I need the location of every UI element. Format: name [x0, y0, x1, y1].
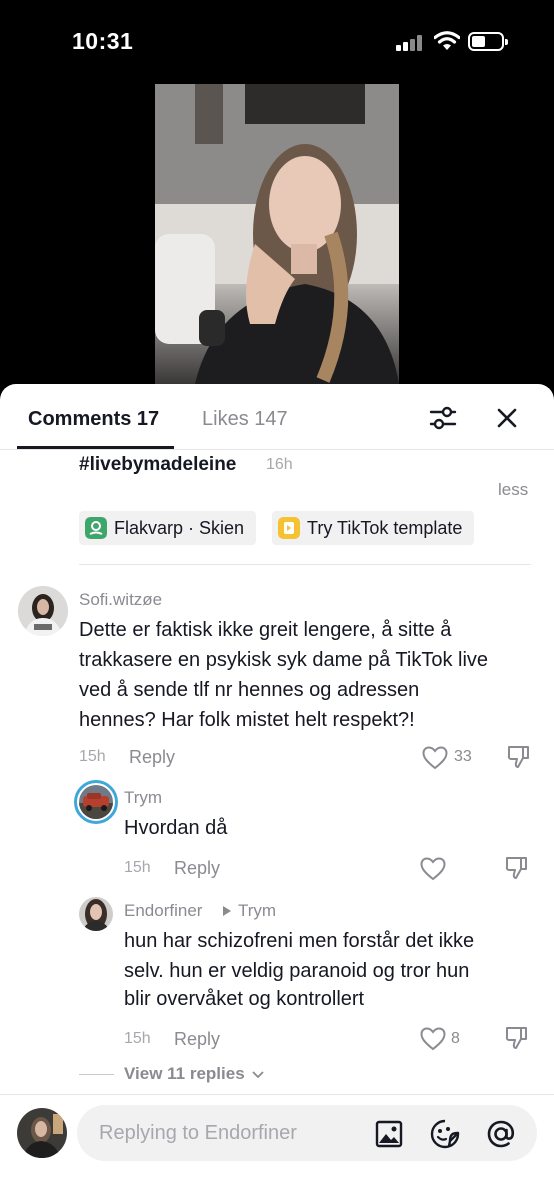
- sticker-icon[interactable]: [429, 1118, 461, 1150]
- template-chip-label: Try TikTok template: [307, 517, 463, 538]
- avatar[interactable]: [79, 897, 113, 931]
- reply-text: blir overvåket og kontrollert: [124, 988, 365, 1010]
- live-video-frame[interactable]: [155, 84, 399, 384]
- reply-username[interactable]: Endorfiner: [124, 901, 202, 921]
- chevron-down-icon: [252, 1070, 265, 1078]
- active-tab-indicator: [17, 446, 174, 449]
- video-person-image: [155, 84, 399, 384]
- close-icon[interactable]: [492, 403, 522, 433]
- comment-input-bar: [0, 1094, 554, 1200]
- at-icon[interactable]: [485, 1118, 517, 1150]
- view-replies-divider: [79, 1074, 114, 1075]
- comment-input[interactable]: [99, 1119, 369, 1147]
- tab-likes[interactable]: Likes 147: [202, 408, 288, 431]
- avatar-image: [79, 897, 113, 931]
- battery-icon: [468, 32, 508, 51]
- reply-time: 15h: [124, 1030, 151, 1047]
- tab-comments[interactable]: Comments 17: [28, 408, 159, 431]
- wifi-icon: [434, 31, 460, 50]
- comment-time: 15h: [79, 748, 106, 765]
- signal-icon: [396, 35, 426, 51]
- reply-time: 15h: [124, 859, 151, 876]
- reply-button[interactable]: Reply: [129, 747, 175, 768]
- status-bar: 10:31: [0, 0, 554, 84]
- heart-icon[interactable]: [422, 746, 448, 770]
- less-button[interactable]: less: [498, 480, 528, 500]
- reply-to-username[interactable]: Trym: [238, 901, 276, 921]
- status-time: 10:31: [72, 28, 134, 54]
- avatar-live-ring[interactable]: [74, 780, 118, 824]
- comments-sheet: Comments 17 Likes 147 #livebymadeleine 1…: [0, 384, 554, 1200]
- comment-input-pill[interactable]: [77, 1105, 537, 1161]
- reply-text: Hvordan då: [124, 817, 228, 839]
- reply-button[interactable]: Reply: [174, 858, 220, 879]
- location-chip[interactable]: Flakvarp · Skien: [79, 511, 257, 545]
- like-count: 8: [451, 1030, 460, 1047]
- current-user-avatar[interactable]: [17, 1108, 67, 1158]
- avatar-image: [17, 1108, 67, 1158]
- image-icon[interactable]: [373, 1118, 405, 1150]
- reply-username[interactable]: Trym: [124, 788, 162, 808]
- comment-text: trakkasere en psykisk syk dame på TikTok…: [79, 649, 489, 671]
- heart-icon[interactable]: [420, 857, 446, 881]
- view-replies-button[interactable]: View 11 replies: [124, 1064, 265, 1084]
- thumbs-down-icon[interactable]: [506, 744, 532, 770]
- thumbs-down-icon[interactable]: [504, 855, 530, 881]
- caption-time: 16h: [266, 456, 293, 473]
- template-icon: [278, 517, 300, 539]
- heart-icon[interactable]: [420, 1027, 446, 1051]
- map-pin-icon: [85, 517, 107, 539]
- comment-username[interactable]: Sofi.witzøe: [79, 590, 162, 610]
- thumbs-down-icon[interactable]: [504, 1025, 530, 1051]
- template-chip[interactable]: Try TikTok template: [272, 511, 475, 545]
- view-replies-label: View 11 replies: [124, 1064, 245, 1083]
- comment-text: hennes? Har folk mistet helt respekt?!: [79, 709, 415, 731]
- reply-text: selv. hun er veldig paranoid og tror hun: [124, 960, 470, 982]
- avatar-image: [79, 785, 113, 819]
- avatar-image: [18, 586, 68, 636]
- reply-button[interactable]: Reply: [174, 1029, 220, 1050]
- avatar[interactable]: [18, 586, 68, 636]
- caption-hashtag[interactable]: #livebymadeleine: [79, 454, 236, 476]
- caption-divider: [79, 564, 531, 565]
- sliders-icon[interactable]: [428, 403, 458, 433]
- comment-text: Dette er faktisk ikke greit lengere, å s…: [79, 619, 452, 641]
- like-count: 33: [454, 748, 472, 765]
- location-chip-label: Flakvarp · Skien: [114, 517, 245, 538]
- reply-text: hun har schizofreni men forstår det ikke: [124, 930, 475, 952]
- tab-bar: Comments 17 Likes 147: [0, 384, 554, 450]
- reply-arrow-icon: [223, 906, 231, 916]
- comment-text: ved å sende tlf nr hennes og adressen: [79, 679, 420, 701]
